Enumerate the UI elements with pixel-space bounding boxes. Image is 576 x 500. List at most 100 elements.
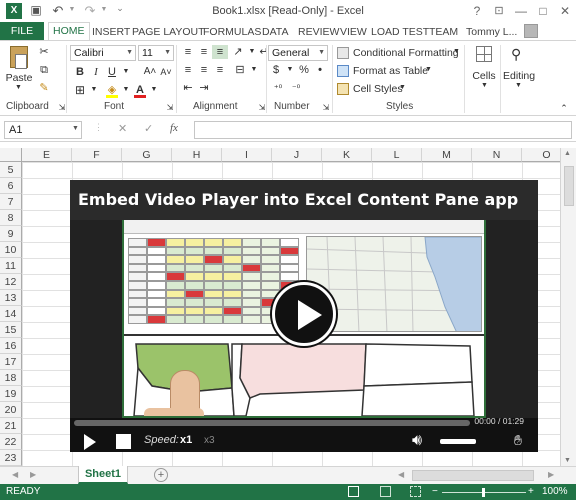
decrease-indent-icon[interactable]: ⇤ [180, 81, 196, 95]
font-name-select[interactable]: Calibri ▼ [70, 45, 136, 61]
column-header[interactable]: G [122, 148, 172, 162]
minimize-button[interactable]: — [512, 2, 530, 20]
scroll-up-icon[interactable]: ▲ [564, 150, 571, 157]
ribbon-display-icon[interactable]: ⊡ [490, 2, 508, 20]
column-header[interactable]: L [372, 148, 422, 162]
page-layout-view-icon[interactable] [380, 486, 391, 497]
cell-styles-button[interactable]: Cell Styles ▼ [336, 81, 462, 97]
user-account[interactable]: Tommy L... [462, 24, 521, 40]
big-play-button[interactable] [272, 282, 336, 346]
cut-icon[interactable]: ✂ [36, 45, 52, 59]
column-header[interactable]: H [172, 148, 222, 162]
row-header[interactable]: 11 [0, 258, 22, 274]
clipboard-launcher-icon[interactable]: ⇲ [54, 101, 70, 115]
font-color-dropdown-icon[interactable]: ▼ [146, 83, 162, 97]
alignment-launcher-icon[interactable]: ⇲ [254, 101, 270, 115]
column-header[interactable]: E [22, 148, 72, 162]
borders-dropdown-icon[interactable]: ▼ [86, 83, 102, 97]
align-left-icon[interactable]: ≡ [180, 63, 196, 77]
tab-team[interactable]: TEAM [425, 24, 462, 40]
hscroll-right-icon[interactable]: ▶ [548, 470, 554, 479]
tab-formulas[interactable]: FORMULAS [199, 24, 265, 40]
shrink-font-icon[interactable]: A˅ [158, 65, 174, 79]
volume-slider[interactable] [440, 439, 476, 444]
row-header[interactable]: 22 [0, 434, 22, 450]
next-sheet-icon[interactable]: ▶ [30, 470, 36, 479]
row-header[interactable]: 21 [0, 418, 22, 434]
formula-input[interactable] [194, 121, 572, 139]
font-size-select[interactable]: 11 ▼ [138, 45, 174, 61]
row-header[interactable]: 14 [0, 306, 22, 322]
close-button[interactable]: ✕ [556, 2, 574, 20]
row-header[interactable]: 15 [0, 322, 22, 338]
comma-style-button[interactable]: • [312, 63, 328, 77]
help-button[interactable]: ? [468, 2, 486, 20]
row-header[interactable]: 23 [0, 450, 22, 466]
decrease-decimal-icon[interactable]: ⁻⁰ [288, 81, 304, 95]
row-header[interactable]: 12 [0, 274, 22, 290]
scroll-down-icon[interactable]: ▼ [564, 457, 571, 464]
fullscreen-icon[interactable]: ✋︎ [514, 432, 522, 449]
middle-align-icon[interactable]: ≡ [196, 45, 212, 59]
tab-data[interactable]: DATA [258, 24, 292, 40]
column-header[interactable]: I [222, 148, 272, 162]
column-header[interactable]: N [472, 148, 522, 162]
tab-view[interactable]: VIEW [336, 24, 371, 40]
progress-bar[interactable] [74, 420, 470, 426]
normal-view-icon[interactable] [348, 486, 359, 497]
column-header[interactable]: O [522, 148, 560, 162]
column-header[interactable]: M [422, 148, 472, 162]
format-painter-icon[interactable]: ✎ [36, 81, 52, 95]
column-header[interactable]: F [72, 148, 122, 162]
bottom-align-icon[interactable]: ≡ [212, 45, 228, 59]
merge-dropdown-icon[interactable]: ▼ [246, 63, 262, 77]
prev-sheet-icon[interactable]: ◀ [12, 470, 18, 479]
row-header[interactable]: 6 [0, 178, 22, 194]
percent-style-button[interactable]: % [296, 63, 312, 77]
user-avatar[interactable] [524, 24, 538, 38]
copy-icon[interactable]: ⧉ [36, 63, 52, 77]
column-header[interactable]: K [322, 148, 372, 162]
insert-function-icon[interactable]: fx [170, 122, 178, 134]
increase-decimal-icon[interactable]: ⁺⁰ [270, 81, 286, 95]
row-header[interactable]: 17 [0, 354, 22, 370]
select-all-corner[interactable] [0, 148, 22, 162]
speed-x3-button[interactable]: x3 [204, 435, 215, 446]
zoom-in-button[interactable]: + [528, 484, 534, 500]
tab-home[interactable]: HOME [48, 22, 90, 40]
tab-page-layout[interactable]: PAGE LAYOUT [128, 24, 209, 40]
paste-button[interactable]: Paste ▼ [4, 45, 32, 93]
new-sheet-button[interactable]: + [154, 468, 168, 482]
video-player-app[interactable]: Embed Video Player into Excel Content Pa… [70, 180, 538, 452]
zoom-out-button[interactable]: − [432, 484, 438, 500]
cells-button[interactable]: Cells ▼ [468, 45, 498, 93]
play-button-icon[interactable] [84, 434, 96, 450]
row-header[interactable]: 10 [0, 242, 22, 258]
vertical-scrollbar[interactable]: ▲ ▼ [560, 148, 576, 466]
name-box-dropdown-icon[interactable]: ▼ [72, 125, 79, 132]
row-header[interactable]: 5 [0, 162, 22, 178]
number-format-select[interactable]: General ▼ [268, 45, 328, 61]
cancel-icon[interactable]: ✕ [118, 122, 127, 135]
row-header[interactable]: 19 [0, 386, 22, 402]
format-as-table-button[interactable]: Format as Table ▼ [336, 63, 462, 79]
stop-button-icon[interactable] [116, 434, 131, 449]
tab-file[interactable]: FILE [0, 22, 44, 40]
row-header[interactable]: 18 [0, 370, 22, 386]
page-break-view-icon[interactable] [410, 486, 421, 497]
increase-indent-icon[interactable]: ⇥ [196, 81, 212, 95]
bold-button[interactable]: B [72, 65, 88, 79]
hscroll-left-icon[interactable]: ◀ [398, 470, 404, 479]
scrollbar-thumb[interactable] [564, 166, 574, 206]
volume-icon[interactable]: 🔊︎ [412, 432, 422, 450]
row-header[interactable]: 20 [0, 402, 22, 418]
column-header[interactable]: J [272, 148, 322, 162]
horizontal-scrollbar-thumb[interactable] [412, 470, 534, 481]
conditional-formatting-button[interactable]: Conditional Formatting ▼ [336, 45, 462, 61]
collapse-ribbon-icon[interactable]: ⌃ [556, 101, 572, 115]
editing-button[interactable]: ⚲ Editing ▼ [502, 45, 535, 93]
name-box[interactable]: A1 [4, 121, 82, 139]
row-header[interactable]: 9 [0, 226, 22, 242]
align-right-icon[interactable]: ≡ [212, 63, 228, 77]
zoom-slider-thumb[interactable] [482, 488, 485, 497]
